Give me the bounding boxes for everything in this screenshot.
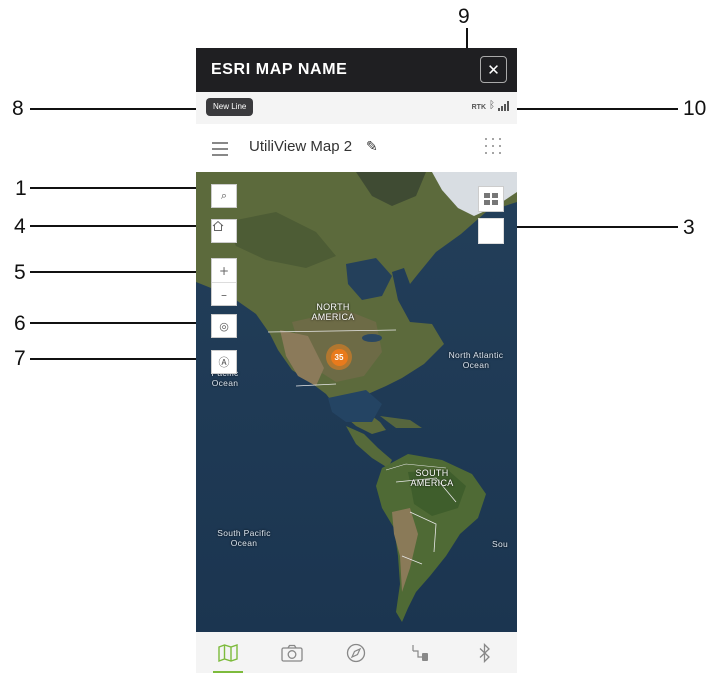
callout-10-line xyxy=(506,108,678,110)
account-button[interactable]: Ⓐ xyxy=(211,350,237,374)
map-view[interactable]: NORTH AMERICA North Atlantic Ocean Pacif… xyxy=(196,172,517,632)
label-south-edge: Sou xyxy=(492,539,509,549)
callout-6: 6 xyxy=(14,312,26,335)
label-south-pacific: South Pacific Ocean xyxy=(217,528,271,548)
nav-bluetooth[interactable] xyxy=(465,633,505,673)
zoom-in-button[interactable]: + xyxy=(212,259,236,283)
new-line-badge[interactable]: New Line xyxy=(206,98,254,116)
callout-7-line xyxy=(30,358,210,360)
nav-gps-device[interactable] xyxy=(401,633,441,673)
label-north-atlantic: North Atlantic Ocean xyxy=(448,350,504,370)
callout-9: 9 xyxy=(458,5,470,28)
callout-8-line xyxy=(30,108,206,110)
status-bar: New Line RTK ᛒ xyxy=(196,92,517,124)
callout-8: 8 xyxy=(12,97,24,120)
signal-strength-icon xyxy=(498,101,509,111)
label-south-america: SOUTH AMERICA xyxy=(410,468,454,488)
locate-icon: ◎ xyxy=(219,319,229,333)
zoom-control: + – xyxy=(211,258,237,306)
home-icon xyxy=(212,220,224,231)
close-button[interactable]: ✕ xyxy=(480,56,507,83)
locate-button[interactable]: ◎ xyxy=(211,314,237,338)
callout-7: 7 xyxy=(14,347,26,370)
map-name: UtiliView Map 2 xyxy=(249,138,353,155)
callout-6-line xyxy=(30,322,210,324)
apps-grid-icon[interactable] xyxy=(485,138,501,154)
callout-3-line xyxy=(506,226,678,228)
title-bar: ESRI MAP NAME ✕ xyxy=(196,48,517,92)
widget-button[interactable] xyxy=(478,218,504,244)
search-button[interactable]: ⌕ xyxy=(211,184,237,208)
callout-5: 5 xyxy=(14,261,26,284)
compass-icon xyxy=(347,643,366,662)
edit-pencil-icon[interactable]: ✎ xyxy=(366,139,378,155)
mobile-app-screen: ESRI MAP NAME ✕ New Line RTK ᛒ UtiliView… xyxy=(196,48,517,673)
rtk-indicator: RTK xyxy=(471,104,486,111)
feature-cluster-marker[interactable]: 35 xyxy=(326,344,352,370)
gps-device-icon xyxy=(412,644,428,661)
camera-icon xyxy=(281,644,303,662)
bluetooth-status-icon: ᛒ xyxy=(489,100,495,111)
basemap-gallery-icon xyxy=(484,193,490,198)
zoom-out-button[interactable]: – xyxy=(212,283,236,306)
bottom-navigation xyxy=(196,632,517,673)
app-title: ESRI MAP NAME xyxy=(211,61,348,78)
nav-camera[interactable] xyxy=(272,633,312,673)
callout-4: 4 xyxy=(14,215,26,238)
callout-10: 10 xyxy=(683,97,707,120)
label-north-america: NORTH AMERICA xyxy=(311,302,355,322)
callout-5-line xyxy=(30,271,210,273)
status-icons: RTK ᛒ xyxy=(472,100,509,111)
nav-map[interactable] xyxy=(208,633,248,673)
callout-4-line xyxy=(30,225,210,227)
menu-icon[interactable] xyxy=(212,142,228,160)
account-icon: Ⓐ xyxy=(218,356,230,369)
home-button[interactable] xyxy=(211,219,237,243)
satellite-basemap xyxy=(196,172,517,632)
callout-1: 1 xyxy=(15,177,27,200)
map-header: UtiliView Map 2 ✎ xyxy=(196,124,517,172)
map-icon xyxy=(218,643,238,662)
bluetooth-icon xyxy=(479,642,490,663)
cluster-count: 35 xyxy=(330,348,348,366)
callout-1-line xyxy=(30,187,210,189)
basemap-gallery-button[interactable] xyxy=(478,186,504,212)
callout-3: 3 xyxy=(683,216,695,239)
nav-compass[interactable] xyxy=(336,633,376,673)
search-icon: ⌕ xyxy=(220,189,228,202)
